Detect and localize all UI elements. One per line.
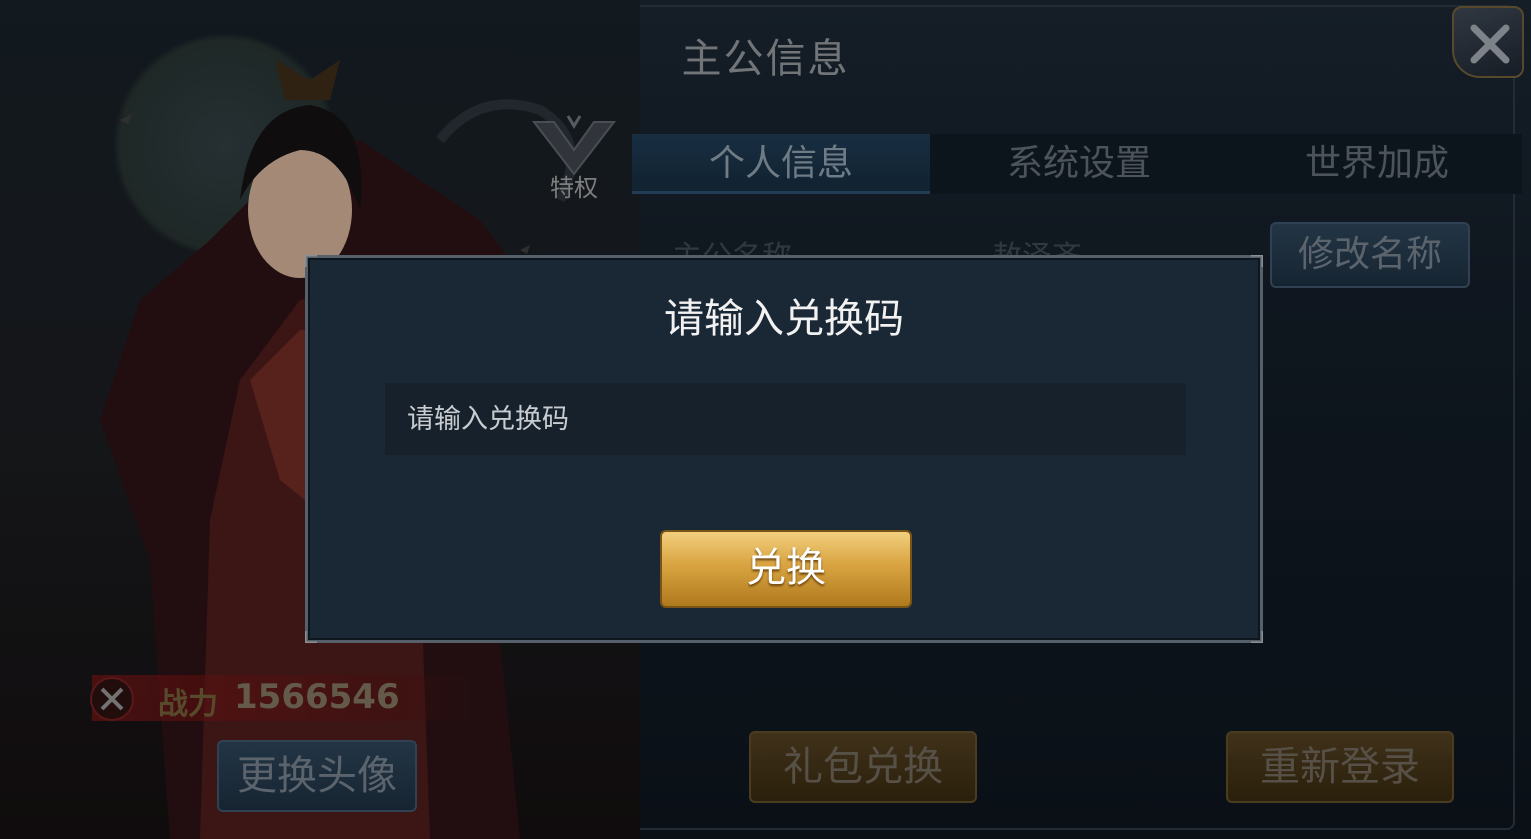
corner-ornament-icon: [305, 631, 317, 643]
corner-ornament-icon: [1251, 631, 1263, 643]
redeem-code-input[interactable]: [385, 383, 1186, 455]
dialog-title: 请输入兑换码: [664, 296, 904, 342]
redeem-code-dialog: 请输入兑换码 兑换: [305, 255, 1263, 643]
corner-ornament-icon: [1251, 255, 1263, 267]
redeem-submit-button[interactable]: 兑换: [660, 530, 912, 608]
corner-ornament-icon: [305, 255, 317, 267]
